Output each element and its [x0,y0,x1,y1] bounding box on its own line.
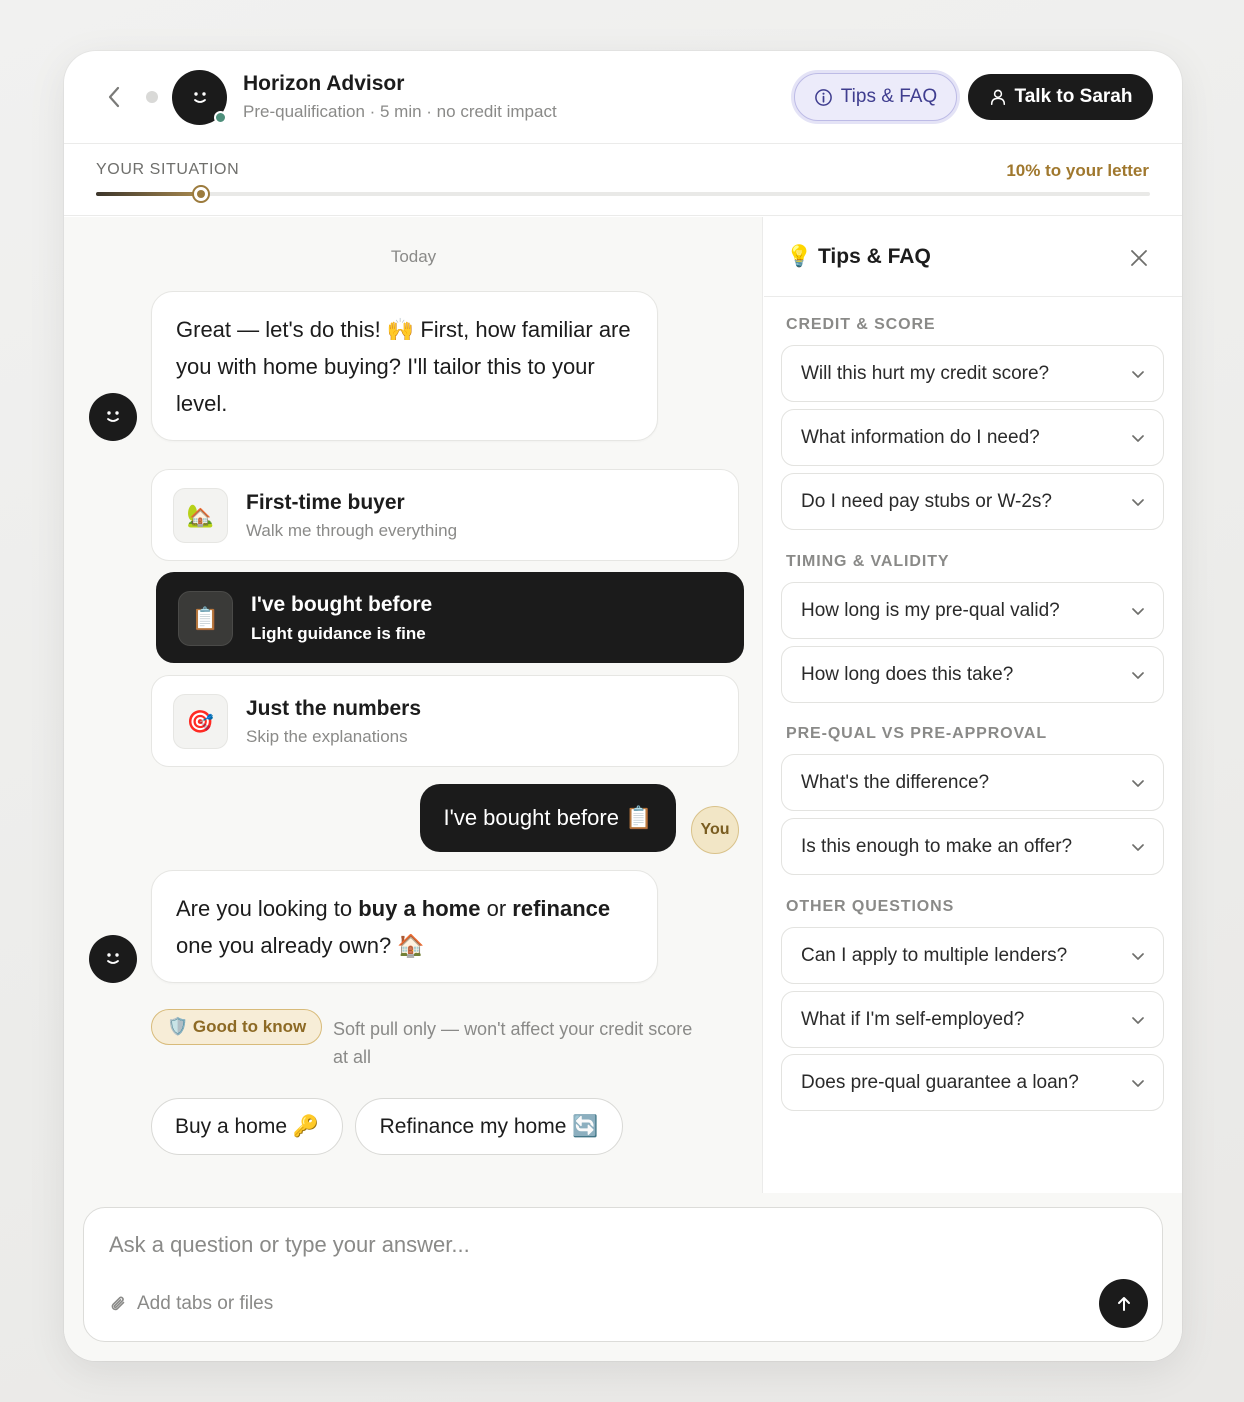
faq-item[interactable]: What if I'm self-employed? [781,991,1164,1048]
user-message: I've bought before 📋 [420,784,676,852]
faq-question: Will this hurt my credit score? [801,363,1050,384]
info-icon [814,88,832,106]
faq-question: Is this enough to make an offer? [801,836,1073,857]
faq-item[interactable]: Can I apply to multiple lenders? [781,927,1164,984]
faq-section-label: PRE-QUAL VS PRE-APPROVAL [786,725,1048,742]
option-title: First-time buyer [246,491,405,514]
person-icon [990,89,1005,105]
chevron-down-icon [1132,953,1144,960]
chevron-down-icon [1132,435,1144,442]
talk-to-advisor-label: Talk to Sarah [1014,86,1133,107]
text-segment: or [480,896,513,921]
good-to-know-badge: 🛡️ Good to know [151,1009,323,1045]
option-subtitle: Light guidance is fine [251,624,426,643]
faq-question: What if I'm self-employed? [801,1009,1025,1030]
day-separator: Today [390,247,437,266]
progress-status: 10% to your letter [1006,161,1149,180]
faq-question: What information do I need? [801,427,1040,448]
panel-title: 💡 Tips & FAQ [786,245,931,268]
option-subtitle: Skip the explanations [246,727,408,746]
panel-header: 💡 Tips & FAQ [764,217,1182,297]
paperclip-icon [111,1296,125,1311]
option-title: I've bought before [251,593,433,616]
chevron-down-icon [1132,499,1144,506]
advisor-subtitle: Pre-qualification · 5 min · no credit im… [243,102,557,121]
faq-section-label: CREDIT & SCORE [786,316,936,333]
faq-question: Do I need pay stubs or W-2s? [801,491,1052,512]
faq-question: Can I apply to multiple lenders? [801,945,1068,966]
talk-to-advisor-button[interactable]: Talk to Sarah [968,74,1153,120]
faq-item[interactable]: Is this enough to make an offer? [781,818,1164,875]
text-segment: one you already own? 🏠 [176,933,425,958]
option-just-numbers[interactable]: 🎯 Just the numbers Skip the explanations [151,675,739,767]
quick-reply-buy-home[interactable]: Buy a home 🔑 [151,1098,343,1155]
message-input[interactable] [109,1232,1009,1258]
bot-message-intro: Great — let's do this! 🙌 First, how fami… [151,291,658,441]
faq-question: How long is my pre-qual valid? [801,600,1060,621]
advisor-name: Horizon Advisor [243,72,405,95]
progress-section: YOUR SITUATION 10% to your letter [64,144,1182,216]
chevron-down-icon [1132,1017,1144,1024]
faq-item[interactable]: Will this hurt my credit score? [781,345,1164,402]
progress-fill [96,192,202,196]
user-avatar: You [691,806,739,854]
option-title: Just the numbers [246,697,422,720]
faq-item[interactable]: How long does this take? [781,646,1164,703]
chevron-down-icon [1132,1080,1144,1087]
bot-avatar [89,393,137,441]
bot-avatar [89,935,137,983]
attach-button[interactable]: Add tabs or files [109,1293,273,1315]
smiley-face-icon [107,411,119,422]
chevron-down-icon [1132,780,1144,787]
option-first-time-buyer[interactable]: 🏡 First-time buyer Walk me through every… [151,469,739,561]
composer-box: Add tabs or files [83,1207,1163,1342]
tips-faq-label: Tips & FAQ [840,86,938,107]
faq-question: Does pre-qual guarantee a loan? [801,1072,1079,1093]
chevron-down-icon [1132,371,1144,378]
faq-item[interactable]: What's the difference? [781,754,1164,811]
faq-item[interactable]: How long is my pre-qual valid? [781,582,1164,639]
composer-area: Add tabs or files [64,1193,1182,1361]
target-icon: 🎯 [173,694,228,749]
faq-question: What's the difference? [801,772,990,793]
faq-question: How long does this take? [801,664,1014,685]
faq-section-label: TIMING & VALIDITY [786,553,950,570]
close-icon[interactable] [1129,248,1149,268]
chevron-down-icon [1132,844,1144,851]
attach-label: Add tabs or files [137,1293,274,1314]
online-status-dot [214,111,227,124]
tips-faq-panel: 💡 Tips & FAQ CREDIT & SCORE Will this hu… [764,217,1182,1193]
back-icon[interactable] [102,84,126,110]
text-emphasis: buy a home [358,896,481,921]
good-to-know-text: Soft pull only — won't affect your credi… [333,1019,693,1067]
chat-area: Today Great — let's do this! 🙌 First, ho… [64,217,763,1193]
progress-track [96,185,1150,203]
quick-reply-refinance[interactable]: Refinance my home 🔄 [355,1098,623,1155]
chevron-down-icon [1132,672,1144,679]
clipboard-icon: 📋 [178,591,233,646]
faq-section-label: OTHER QUESTIONS [786,898,955,915]
header: Horizon Advisor Pre-qualification · 5 mi… [64,51,1182,144]
arrow-up-icon [1117,1296,1130,1311]
faq-item[interactable]: Does pre-qual guarantee a loan? [781,1054,1164,1111]
option-subtitle: Walk me through everything [246,521,458,540]
faq-item[interactable]: Do I need pay stubs or W-2s? [781,473,1164,530]
faq-item[interactable]: What information do I need? [781,409,1164,466]
advisor-window: Horizon Advisor Pre-qualification · 5 mi… [64,51,1182,1361]
text-segment: Are you looking to [176,896,359,921]
bot-message-buy-or-refinance: Are you looking to buy a home or refinan… [151,870,658,983]
progress-knob [192,185,211,203]
chevron-down-icon [1132,608,1144,615]
send-button[interactable] [1099,1279,1148,1328]
tips-faq-button[interactable]: Tips & FAQ [794,73,957,121]
house-icon: 🏡 [173,488,228,543]
status-dot-indicator [146,91,158,103]
text-emphasis: refinance [512,896,611,921]
smiley-face-icon [193,91,206,103]
progress-label: YOUR SITUATION [96,161,240,178]
smiley-face-icon [107,953,119,964]
option-bought-before[interactable]: 📋 I've bought before Light guidance is f… [156,572,744,663]
